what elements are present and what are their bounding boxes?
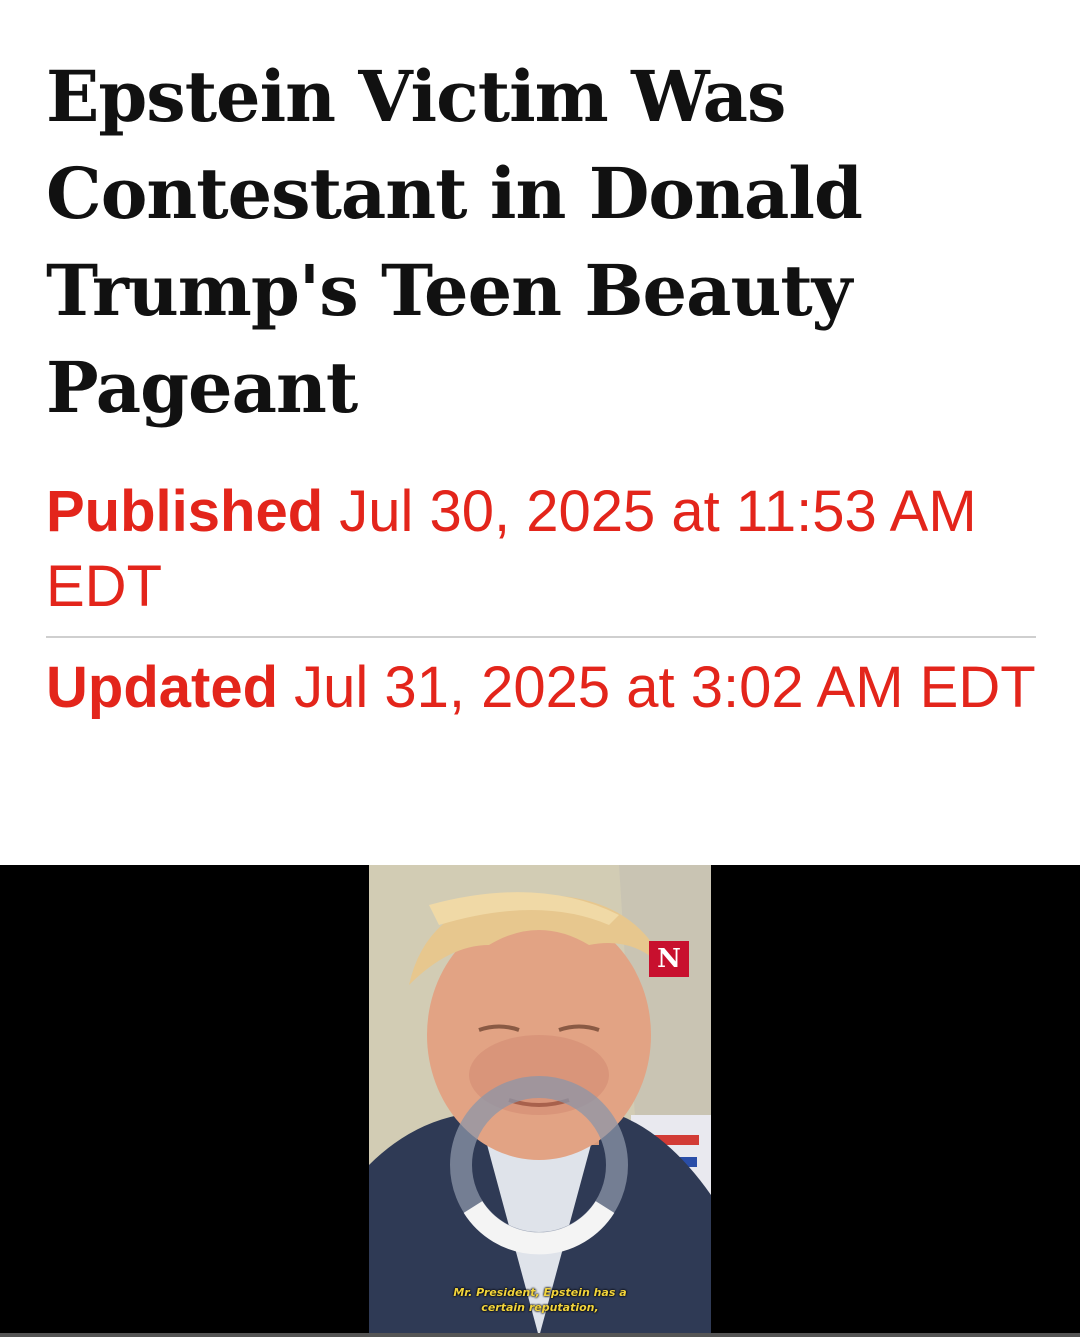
spinner-icon: [450, 1076, 628, 1255]
published-timestamp: Published Jul 30, 2025 at 11:53 AM EDT: [46, 474, 1036, 624]
video-subtitle: Mr. President, Epstein has a certain rep…: [409, 1285, 671, 1315]
updated-date: Jul 31, 2025 at 3:02 AM EDT: [294, 655, 1036, 720]
updated-timestamp: Updated Jul 31, 2025 at 3:02 AM EDT: [46, 650, 1036, 725]
article-page: Epstein Victim Was Contestant in Donald …: [0, 0, 1080, 1337]
subtitle-line-1: Mr. President, Epstein has a: [453, 1286, 627, 1299]
updated-label: Updated: [46, 655, 278, 720]
video-progress-track[interactable]: [0, 1333, 1080, 1337]
article-headline: Epstein Victim Was Contestant in Donald …: [46, 55, 863, 429]
newsweek-logo: N: [649, 941, 689, 977]
meta-divider: [46, 636, 1036, 638]
video-player[interactable]: N Mr. President, Epstein has a certain r…: [0, 865, 1080, 1337]
published-label: Published: [46, 479, 324, 544]
subtitle-line-2: certain reputation,: [481, 1301, 599, 1314]
